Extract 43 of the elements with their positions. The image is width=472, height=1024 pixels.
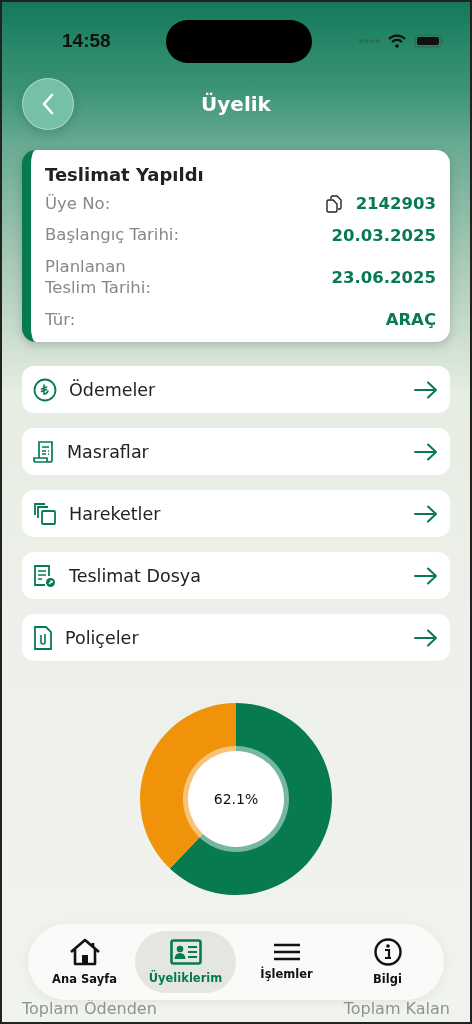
home-icon [68,938,101,966]
id-card-icon [169,939,202,965]
tab[interactable]: Ana Sayfa [34,931,135,993]
receipt-icon [33,439,55,464]
arrow-right-icon [414,628,438,647]
chevron-left-icon [41,93,55,115]
card-title: Teslimat Yapıldı [45,164,205,185]
arrow-right-icon [414,566,438,585]
menu-item[interactable]: Hareketler [22,490,450,538]
arrow-right-icon [414,442,438,461]
tab[interactable]: Bilgi [337,931,438,993]
legend-label: Toplam Kalan [343,999,450,1018]
info-icon [373,938,402,966]
percent-label: 62.1% [213,791,259,808]
clip-document-icon [33,625,53,650]
field-label: Başlangıç Tarihi: [45,224,179,246]
back-button[interactable] [22,78,74,130]
lira-icon [33,377,57,402]
status-time: 14:58 [62,30,112,52]
battery-icon [414,34,444,48]
menu-item[interactable]: Teslimat Dosya [22,552,450,600]
page-title: Üyelik [201,92,271,116]
field-value: 2142903 [355,194,436,214]
menu-item[interactable]: Poliçeler [22,614,450,662]
arrow-right-icon [414,504,438,523]
signal-icon [358,38,380,44]
tab[interactable]: İşlemler [236,931,337,993]
field-value: ARAÇ [385,309,436,329]
copies-icon [33,501,57,526]
field-value: 23.06.2025 [331,267,436,287]
legend-label: Toplam Ödenden [22,999,157,1018]
field-label: Üye No: [45,193,111,215]
wifi-icon [388,34,406,48]
document-icon [33,563,57,588]
arrow-right-icon [414,380,438,399]
tab[interactable]: Üyeliklerim [135,931,236,993]
field-label: Tür: [45,308,76,331]
copy-icon[interactable] [325,194,342,213]
field-value: 20.03.2025 [331,225,436,245]
field-label: Planlanan Teslim Tarihi: [45,255,151,299]
menu-item[interactable]: Masraflar [22,428,450,476]
menu-item[interactable]: Ödemeler [22,366,450,414]
menu-icon [272,943,301,961]
